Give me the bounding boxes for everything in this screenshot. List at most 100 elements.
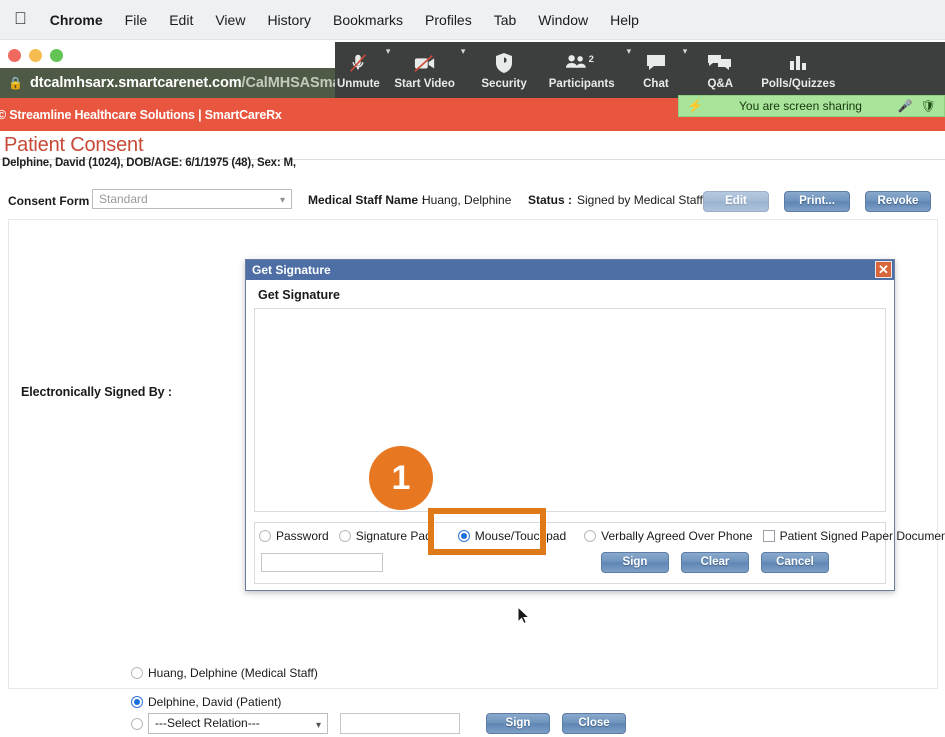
video-off-icon — [412, 50, 438, 76]
option-signature-pad[interactable]: Signature Pad — [338, 529, 432, 543]
signer-close-button[interactable]: Close — [562, 713, 626, 734]
consent-form-label: Consent Form : — [8, 194, 97, 208]
zoom-control-chat[interactable]: Chat ▾ — [633, 42, 689, 98]
dialog-title-bar: Get Signature ✕ — [246, 260, 894, 280]
signature-canvas[interactable] — [254, 308, 886, 512]
consent-form-value: Standard — [99, 192, 148, 206]
signature-method-options: Password Signature Pad Mouse/Touchpad Ve… — [259, 529, 945, 543]
url-path: /CalMHSASmar — [241, 75, 346, 91]
radio-patient[interactable] — [131, 696, 143, 708]
status-label: Status : — [528, 193, 573, 207]
option-patient-signed-paper[interactable]: Patient Signed Paper Document — [762, 529, 945, 543]
menu-item-help[interactable]: Help — [599, 12, 650, 28]
checkbox-patient-signed-paper[interactable] — [762, 530, 775, 542]
chevron-down-icon[interactable]: ▾ — [461, 46, 466, 57]
close-icon[interactable]: ✕ — [875, 261, 892, 278]
apple-icon[interactable]:  — [10, 10, 39, 29]
chevron-down-icon[interactable]: ▾ — [386, 46, 391, 57]
option-password[interactable]: Password — [259, 529, 329, 543]
radio-verbally-agreed[interactable] — [584, 530, 597, 542]
edit-button[interactable]: Edit — [703, 191, 769, 212]
electronically-signed-by-label: Electronically Signed By : — [21, 385, 172, 399]
minimize-window-icon[interactable] — [29, 49, 42, 62]
signer-sign-button[interactable]: Sign — [486, 713, 550, 734]
patient-info-line: Delphine, David (1024), DOB/AGE: 6/1/197… — [2, 157, 296, 169]
maximize-window-icon[interactable] — [50, 49, 63, 62]
shield-icon — [494, 50, 514, 76]
get-signature-dialog: Get Signature ✕ Get Signature Password S… — [245, 259, 945, 591]
close-window-icon[interactable] — [8, 49, 21, 62]
dialog-cancel-button[interactable]: Cancel — [761, 552, 829, 573]
menu-item-profiles[interactable]: Profiles — [414, 12, 483, 28]
url-domain: dtcalmhsarx.smartcarenet.com — [29, 75, 242, 91]
medical-staff-label: Medical Staff Name : — [308, 193, 426, 207]
signer-patient-label: Delphine, David (Patient) — [148, 695, 282, 709]
dialog-action-buttons: Sign Clear Cancel — [601, 552, 829, 573]
zoom-label-security: Security — [481, 78, 527, 90]
password-input[interactable] — [261, 553, 383, 572]
zoom-control-start-video[interactable]: Start Video ▾ — [392, 42, 467, 98]
chevron-down-icon[interactable]: ▾ — [627, 46, 632, 57]
dialog-sign-button[interactable]: Sign — [601, 552, 669, 573]
dialog-clear-button[interactable]: Clear — [681, 552, 749, 573]
mic-muted-icon[interactable]: 🎤 — [898, 99, 913, 113]
shield-check-icon[interactable]: 🛡 — [921, 99, 936, 113]
signer-option-staff[interactable]: Huang, Delphine (Medical Staff) — [131, 666, 318, 680]
consent-form-select[interactable]: Standard ▾ — [92, 189, 292, 209]
menu-item-tab[interactable]: Tab — [483, 12, 528, 28]
revoke-button[interactable]: Revoke — [865, 191, 931, 212]
annotation-step-badge: 1 — [369, 446, 433, 510]
app-brand-text: © Streamline Healthcare Solutions | Smar… — [0, 107, 282, 122]
bar-chart-icon — [787, 50, 809, 76]
print-button[interactable]: Print... — [784, 191, 850, 212]
chevron-down-icon[interactable]: ▾ — [683, 46, 688, 57]
zoom-control-unmute[interactable]: Unmute ▾ — [335, 42, 392, 98]
microphone-muted-icon — [347, 50, 369, 76]
medical-staff-value: Huang, Delphine — [422, 193, 512, 207]
option-verbally-agreed-label: Verbally Agreed Over Phone — [601, 529, 753, 543]
consent-form-row: Consent Form : Standard ▾ Medical Staff … — [0, 189, 945, 217]
signer-staff-label: Huang, Delphine (Medical Staff) — [148, 666, 318, 680]
menu-item-edit[interactable]: Edit — [158, 12, 204, 28]
participants-icon: 2 — [565, 50, 599, 76]
option-verbally-agreed[interactable]: Verbally Agreed Over Phone — [584, 529, 753, 543]
bolt-icon: ⚡ — [687, 98, 704, 113]
annotation-highlight-box — [428, 508, 546, 555]
option-patient-signed-paper-label: Patient Signed Paper Document — [779, 529, 945, 543]
radio-staff[interactable] — [131, 667, 143, 679]
screen-sharing-text: You are screen sharing — [739, 99, 862, 113]
menu-item-file[interactable]: File — [114, 12, 159, 28]
option-signature-pad-label: Signature Pad — [355, 529, 432, 543]
radio-relation[interactable] — [131, 717, 143, 730]
radio-signature-pad[interactable] — [338, 530, 351, 542]
zoom-control-polls[interactable]: Polls/Quizzes — [751, 42, 845, 98]
status-value: Signed by Medical Staff — [577, 193, 703, 207]
mac-menu-bar:  Chrome File Edit View History Bookmark… — [0, 0, 945, 40]
signer-option-relation[interactable]: ---Select Relation--- ▾ Sign Close — [131, 713, 626, 734]
dialog-body: Get Signature Password Signature Pad Mou… — [246, 280, 945, 590]
zoom-label-participants: Participants — [548, 78, 615, 90]
signer-option-patient[interactable]: Delphine, David (Patient) — [131, 695, 281, 709]
option-password-label: Password — [276, 529, 329, 543]
menu-item-history[interactable]: History — [256, 12, 322, 28]
zoom-meeting-toolbar: Unmute ▾ Start Video ▾ Security 2 Partic… — [335, 42, 945, 98]
chevron-down-icon: ▾ — [315, 720, 321, 731]
zoom-control-security[interactable]: Security — [467, 42, 540, 98]
screenshot-root:  Chrome File Edit View History Bookmark… — [0, 0, 945, 737]
menu-item-window[interactable]: Window — [527, 12, 599, 28]
zoom-control-participants[interactable]: 2 Participants ▾ — [541, 42, 633, 98]
menu-item-view[interactable]: View — [204, 12, 256, 28]
lock-icon: 🔒 — [8, 76, 23, 90]
svg-text:2: 2 — [588, 54, 593, 65]
menu-item-chrome[interactable]: Chrome — [39, 12, 114, 28]
relation-text-input[interactable] — [340, 713, 460, 734]
qa-bubbles-icon — [707, 50, 733, 76]
relation-select-value: ---Select Relation--- — [155, 716, 260, 730]
menu-item-bookmarks[interactable]: Bookmarks — [322, 12, 414, 28]
zoom-control-qa[interactable]: Q&A — [689, 42, 751, 98]
radio-password[interactable] — [259, 530, 271, 542]
dialog-title: Get Signature — [252, 263, 331, 277]
zoom-label-chat: Chat — [643, 78, 669, 90]
relation-select[interactable]: ---Select Relation--- ▾ — [148, 713, 328, 734]
window-traffic-lights — [8, 49, 63, 62]
